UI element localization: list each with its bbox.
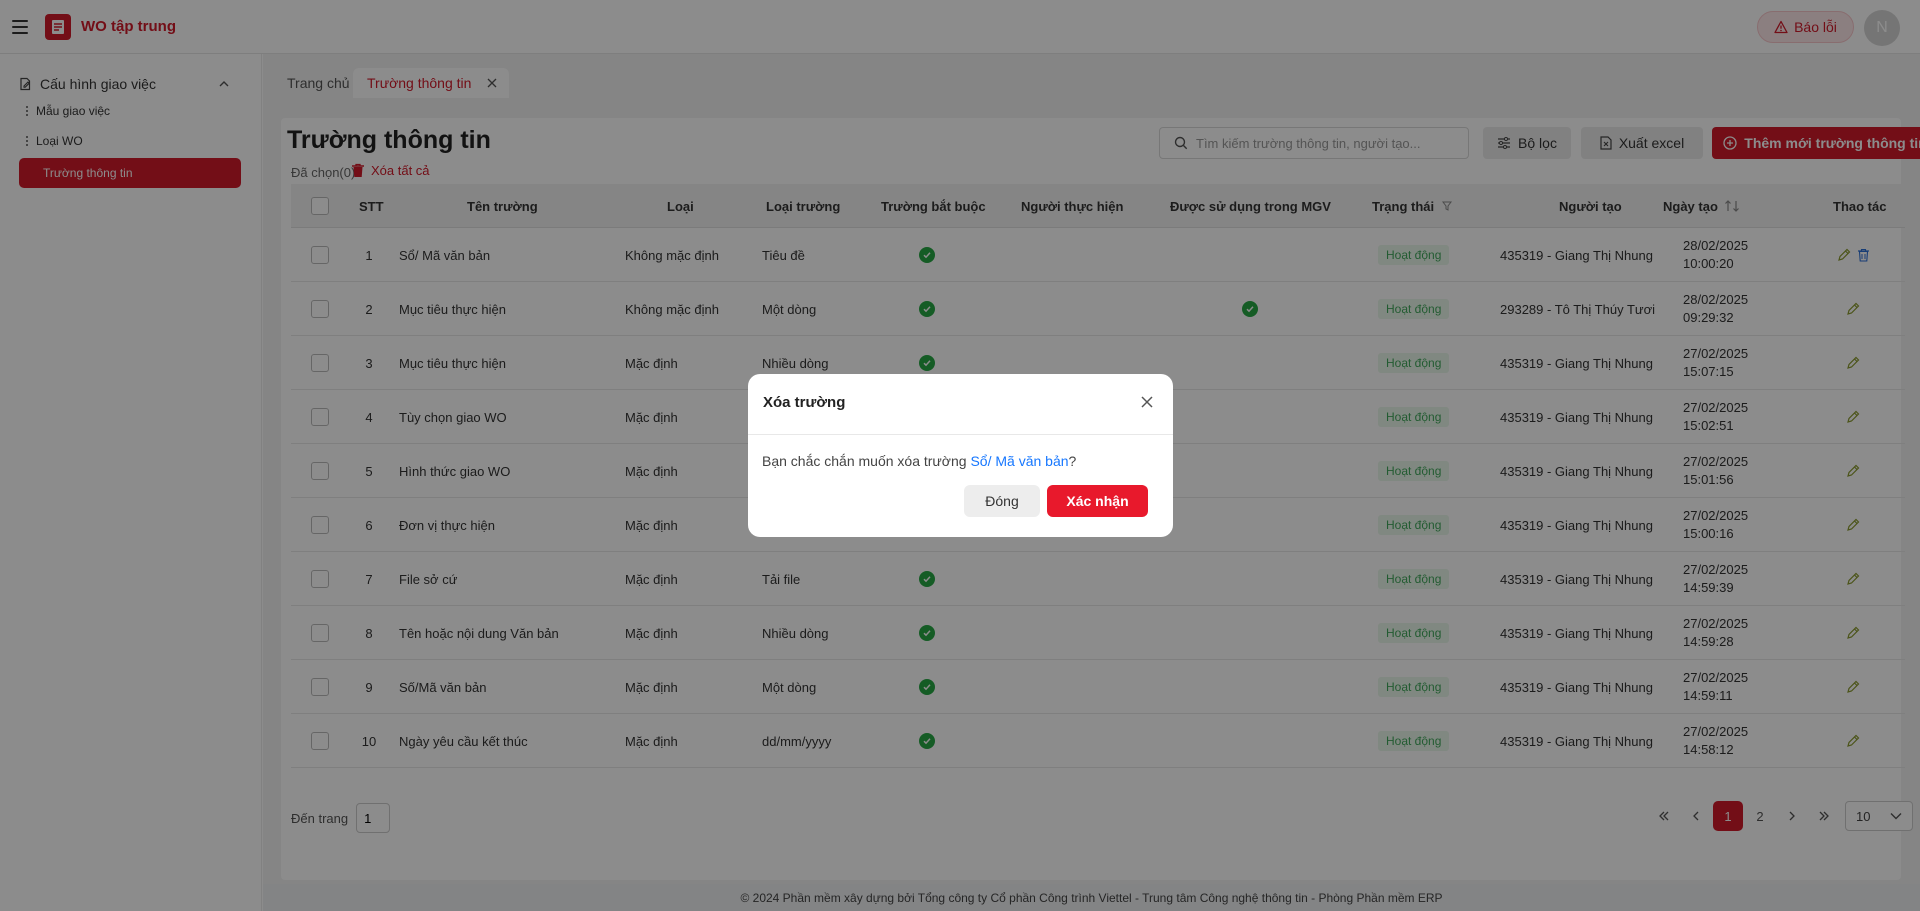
- modal-close-icon[interactable]: [1137, 392, 1157, 412]
- modal-divider: [748, 434, 1173, 435]
- modal-field-link[interactable]: Sổ/ Mã văn bản: [970, 453, 1068, 469]
- delete-field-modal: Xóa trường Bạn chắc chắn muốn xóa trường…: [748, 374, 1173, 537]
- app-root: WO tập trung Báo lỗi N Cấu hình giao việ…: [0, 0, 1920, 911]
- modal-message-prefix: Bạn chắc chắn muốn xóa trường: [762, 453, 971, 469]
- modal-message-suffix: ?: [1068, 453, 1077, 469]
- modal-message: Bạn chắc chắn muốn xóa trường Sổ/ Mã văn…: [762, 453, 1076, 469]
- modal-cancel-button[interactable]: Đóng: [964, 485, 1040, 517]
- modal-confirm-button[interactable]: Xác nhận: [1047, 485, 1148, 517]
- modal-title: Xóa trường: [763, 394, 846, 411]
